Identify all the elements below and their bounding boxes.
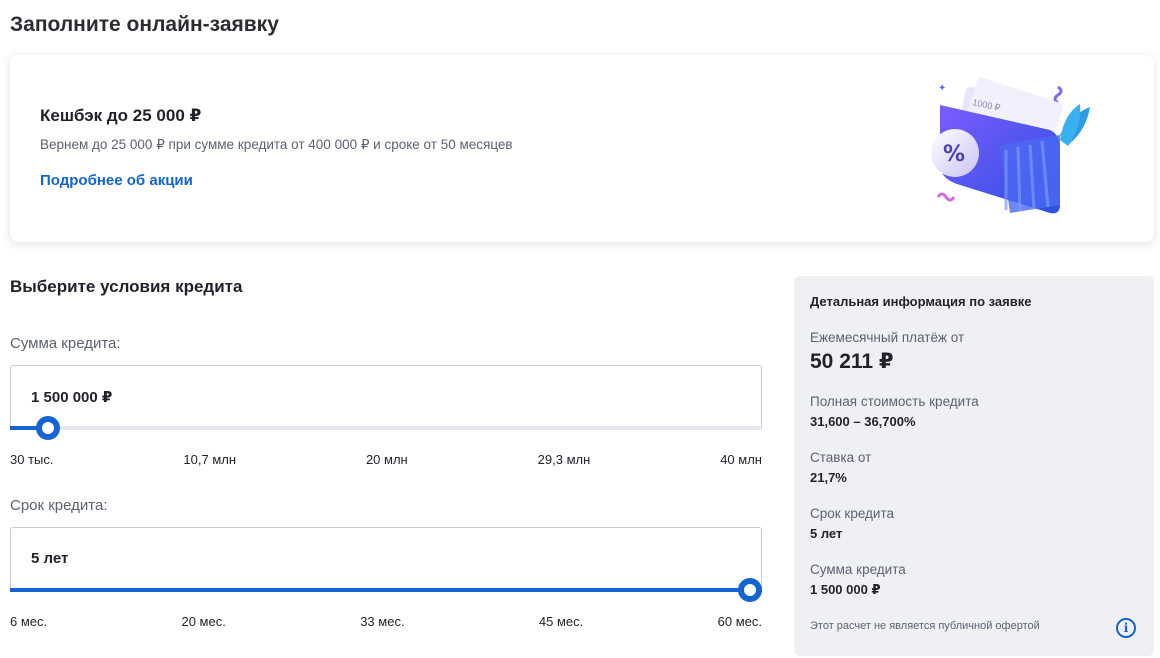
amount-tick: 10,7 млн	[183, 452, 237, 467]
term-slider-fill	[10, 588, 762, 592]
wallet-percent-illustration: ✦ 1000 ₽ %	[931, 77, 1090, 214]
rate-label: Ставка от	[810, 450, 872, 465]
term-tick: 6 мес.	[10, 614, 48, 629]
full-cost-label: Полная стоимость кредита	[810, 394, 979, 409]
credit-conditions-title: Выберите условия кредита	[10, 277, 243, 296]
amount-summary-label: Сумма кредита	[810, 562, 906, 577]
amount-field[interactable]: 1 500 000 ₽	[10, 365, 762, 429]
term-tick: 60 мес.	[717, 614, 762, 629]
amount-tick: 40 млн	[720, 452, 762, 467]
term-summary-label: Срок кредита	[810, 506, 895, 521]
info-icon[interactable]: i	[1116, 618, 1136, 638]
term-label: Срок кредита:	[10, 497, 108, 514]
amount-summary-value: 1 500 000 ₽	[810, 582, 881, 597]
promo-description: Вернем до 25 000 ₽ при сумме кредита от …	[40, 137, 513, 152]
svg-text:%: %	[943, 142, 965, 167]
details-heading: Детальная информация по заявке	[810, 294, 1032, 309]
application-details-panel: Детальная информация по заявке Ежемесячн…	[794, 276, 1154, 656]
amount-tick: 30 тыс.	[10, 452, 54, 467]
term-summary-value: 5 лет	[810, 526, 843, 541]
monthly-payment-value: 50 211 ₽	[810, 350, 894, 373]
amount-tick: 29,3 млн	[537, 452, 591, 467]
rate-value: 21,7%	[810, 470, 847, 485]
cashback-promo-card: Кешбэк до 25 000 ₽ Вернем до 25 000 ₽ пр…	[10, 55, 1154, 242]
page-title: Заполните онлайн-заявку	[10, 13, 279, 36]
amount-ticks: 30 тыс. 10,7 млн 20 млн 29,3 млн 40 млн	[10, 452, 762, 467]
amount-slider-track[interactable]	[10, 426, 762, 430]
monthly-payment-label: Ежемесячный платёж от	[810, 330, 965, 345]
term-tick: 33 мес.	[360, 614, 405, 629]
promo-title: Кешбэк до 25 000 ₽	[40, 106, 202, 125]
term-field[interactable]: 5 лет	[10, 527, 762, 591]
term-tick: 45 мес.	[538, 614, 584, 629]
offer-disclaimer: Этот расчет не является публичной оферто…	[810, 620, 1040, 632]
amount-value[interactable]: 1 500 000 ₽	[31, 388, 112, 406]
term-slider-track[interactable]	[10, 588, 762, 592]
term-tick: 20 мес.	[181, 614, 226, 629]
full-cost-value: 31,600 – 36,700%	[810, 414, 916, 429]
amount-slider-thumb[interactable]	[35, 416, 60, 440]
amount-label: Сумма кредита:	[10, 335, 121, 352]
term-slider-thumb[interactable]	[738, 578, 762, 602]
svg-text:✦: ✦	[938, 83, 946, 94]
amount-tick: 20 млн	[365, 452, 408, 467]
term-value[interactable]: 5 лет	[31, 550, 68, 567]
promo-details-link[interactable]: Подробнее об акции	[40, 172, 193, 189]
term-ticks: 6 мес. 20 мес. 33 мес. 45 мес. 60 мес.	[10, 614, 762, 629]
